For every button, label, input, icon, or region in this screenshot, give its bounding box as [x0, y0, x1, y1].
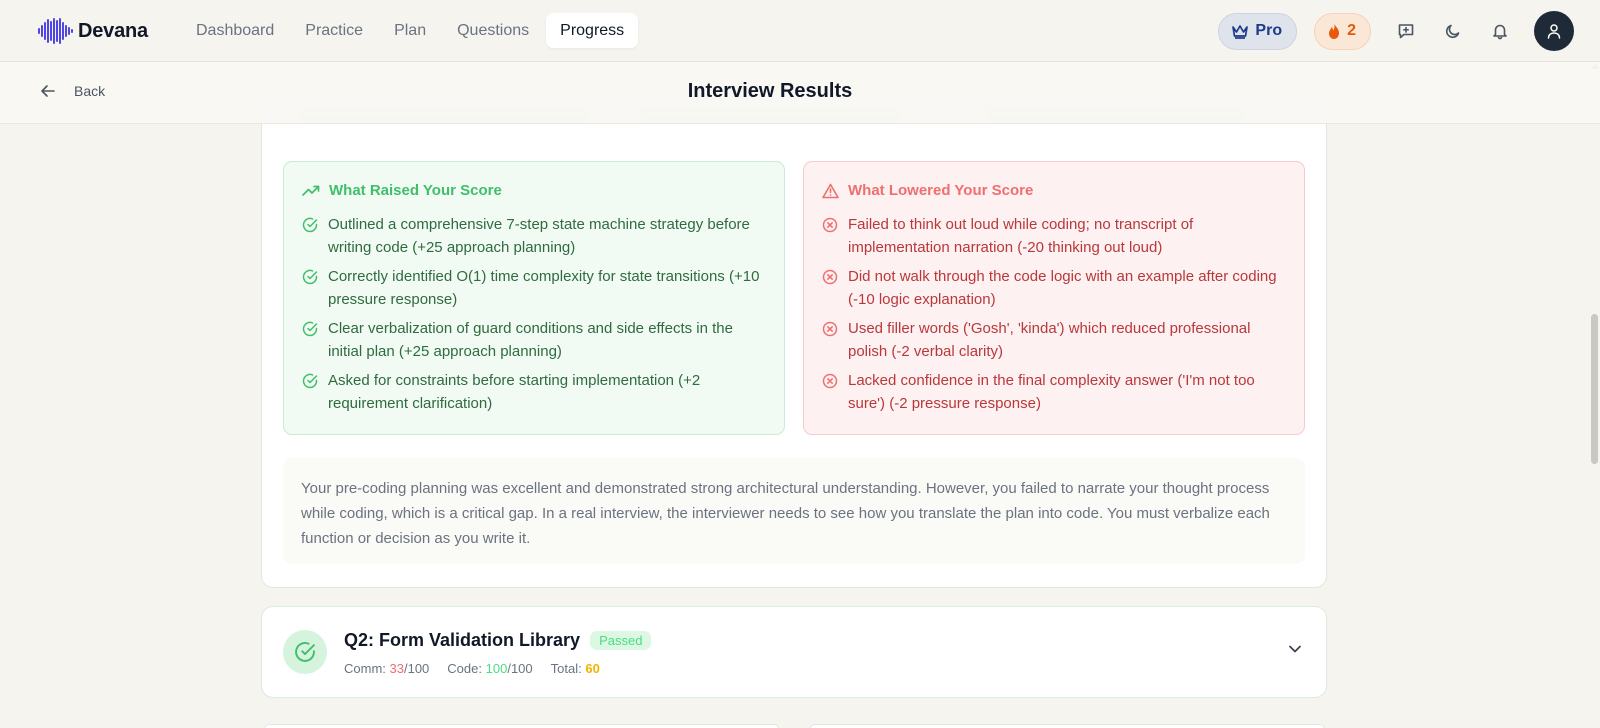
- passed-status-icon-wrap: [283, 630, 327, 674]
- comm-score: Comm: 33/100: [344, 661, 429, 676]
- lowered-score-title: What Lowered Your Score: [822, 182, 1286, 199]
- total-score: Total: 60: [551, 661, 600, 676]
- user-avatar-button[interactable]: [1534, 11, 1574, 51]
- raised-item-text: Correctly identified O(1) time complexit…: [328, 268, 760, 308]
- streak-count: 2: [1347, 22, 1356, 39]
- x-circle-icon: [822, 269, 838, 285]
- x-circle-icon: [822, 321, 838, 337]
- question-2-title: Q2: Form Validation Library: [344, 630, 581, 650]
- raised-item: Clear verbalization of guard conditions …: [302, 318, 766, 363]
- check-circle-icon: [302, 321, 318, 337]
- x-circle-icon: [822, 373, 838, 389]
- comm-score-max: /100: [403, 661, 430, 676]
- lowered-item-text: Did not walk through the code logic with…: [848, 268, 1277, 308]
- bell-icon: [1493, 24, 1507, 40]
- question-2-card[interactable]: Q2: Form Validation Library Passed Comm:…: [261, 606, 1327, 698]
- user-icon: [1547, 24, 1561, 39]
- waveform-logo-icon: [38, 18, 73, 44]
- streak-badge[interactable]: 2: [1314, 12, 1371, 50]
- lowered-item: Did not walk through the code logic with…: [822, 266, 1286, 311]
- nav-practice[interactable]: Practice: [291, 13, 377, 48]
- page-title: Interview Results: [687, 80, 853, 102]
- lowered-item-text: Used filler words ('Gosh', 'kinda') whic…: [848, 320, 1251, 360]
- brand-logo[interactable]: Devana: [38, 18, 148, 44]
- comm-score-value: 33: [389, 661, 404, 676]
- lowered-item: Failed to think out loud while coding; n…: [822, 214, 1286, 259]
- lowered-item: Lacked confidence in the final complexit…: [822, 370, 1286, 415]
- raised-item-text: Asked for constraints before starting im…: [328, 372, 701, 412]
- code-score-max: /100: [507, 661, 533, 676]
- notifications-button[interactable]: [1485, 16, 1515, 46]
- feedback-button[interactable]: [1391, 16, 1421, 46]
- pro-button[interactable]: Pro: [1218, 12, 1298, 50]
- passed-badge: Passed: [590, 631, 652, 650]
- scrollbar-thumb[interactable]: [1591, 314, 1598, 464]
- raised-score-title: What Raised Your Score: [302, 182, 766, 199]
- nav-progress[interactable]: Progress: [546, 13, 639, 48]
- theme-toggle-button[interactable]: [1438, 16, 1468, 46]
- code-score-label: Code:: [447, 661, 482, 676]
- lowered-item-text: Failed to think out loud while coding; n…: [848, 216, 1194, 256]
- moon-icon: [1445, 24, 1460, 39]
- feedback-icon: [1398, 24, 1414, 39]
- total-score-value: 60: [585, 661, 600, 676]
- code-score: Code: 100/100: [447, 661, 532, 676]
- lowered-score-panel: What Lowered Your Score Failed to think …: [803, 161, 1305, 435]
- question-2-scores: Comm: 33/100 Code: 100/100 Total: 60: [344, 661, 618, 676]
- brand-name: Devana: [78, 19, 148, 42]
- pro-label: Pro: [1255, 22, 1283, 39]
- comm-score-label: Comm:: [344, 661, 386, 676]
- feedback-summary: Your pre-coding planning was excellent a…: [283, 458, 1305, 564]
- check-circle-icon: [302, 269, 318, 285]
- next-card-peek: [810, 724, 1325, 728]
- next-card-peek: [264, 724, 779, 728]
- crown-icon: [1232, 25, 1249, 39]
- check-circle-icon: [302, 373, 318, 389]
- raised-item-text: Outlined a comprehensive 7-step state ma…: [328, 216, 750, 256]
- results-subheader: Back Interview Results: [0, 62, 1600, 124]
- raised-item: Asked for constraints before starting im…: [302, 370, 766, 415]
- x-circle-icon: [822, 217, 838, 233]
- raised-score-heading: What Raised Your Score: [329, 182, 502, 199]
- nav-questions[interactable]: Questions: [443, 13, 543, 48]
- lowered-item: Used filler words ('Gosh', 'kinda') whic…: [822, 318, 1286, 363]
- check-circle-icon: [295, 642, 315, 662]
- code-score-value: 100: [485, 661, 508, 676]
- lowered-score-heading: What Lowered Your Score: [848, 182, 1034, 199]
- raised-item-text: Clear verbalization of guard conditions …: [328, 320, 733, 360]
- chevron-down-icon[interactable]: [1286, 640, 1304, 658]
- raised-item: Outlined a comprehensive 7-step state ma…: [302, 214, 766, 259]
- raised-score-panel: What Raised Your Score Outlined a compre…: [283, 161, 785, 435]
- header-tools: Pro 2: [1218, 11, 1574, 51]
- question-feedback-card: What Raised Your Score Outlined a compre…: [261, 90, 1327, 588]
- check-circle-icon: [302, 217, 318, 233]
- question-2-header: Q2: Form Validation Library Passed: [344, 630, 652, 651]
- nav-plan[interactable]: Plan: [380, 13, 440, 48]
- nav-dashboard[interactable]: Dashboard: [182, 13, 288, 48]
- trending-up-icon: [302, 185, 320, 196]
- warning-triangle-icon: [822, 183, 839, 198]
- total-score-label: Total:: [550, 661, 582, 676]
- lowered-item-text: Lacked confidence in the final complexit…: [848, 372, 1255, 412]
- main-nav: Dashboard Practice Plan Questions Progre…: [182, 13, 641, 48]
- top-navigation: Devana Dashboard Practice Plan Questions…: [0, 0, 1600, 62]
- raised-item: Correctly identified O(1) time complexit…: [302, 266, 766, 311]
- flame-icon: [1329, 23, 1340, 39]
